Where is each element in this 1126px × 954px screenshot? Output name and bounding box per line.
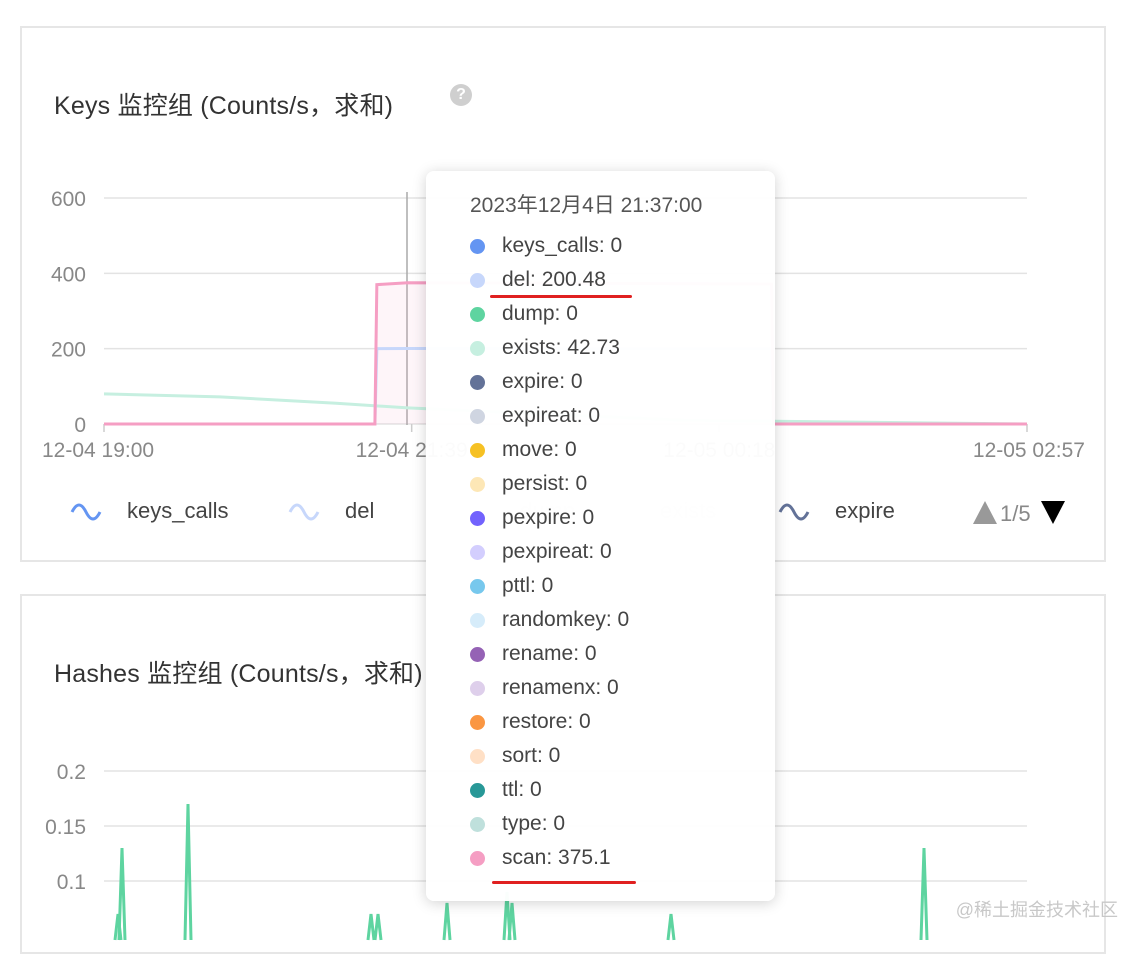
tooltip-item-label: pexpireat: 0 [502, 540, 612, 563]
tooltip-items: keys_calls: 0 del: 200.48 dump: 0 exists: 4… [470, 229, 775, 875]
tooltip-item: persist: 0 [470, 467, 775, 501]
tooltip-item-label: exists: 42.73 [502, 336, 620, 359]
tooltip-item: exists: 42.73 [470, 331, 775, 365]
tooltip-item: del: 200.48 [470, 263, 775, 297]
tooltip-item: ttl: 0 [470, 773, 775, 807]
y-tick-label: 0.2 [57, 761, 86, 784]
tooltip-item-label: renamenx: 0 [502, 676, 619, 699]
tooltip-item: dump: 0 [470, 297, 775, 331]
series-dot-icon [470, 714, 485, 730]
series-dot-icon [470, 612, 485, 628]
tooltip-item-label: rename: 0 [502, 642, 597, 665]
tooltip-item: type: 0 [470, 807, 775, 841]
tooltip-item: expireat: 0 [470, 399, 775, 433]
tooltip-item-label: dump: 0 [502, 302, 578, 325]
tooltip-item: restore: 0 [470, 705, 775, 739]
series-dot-icon [470, 272, 485, 288]
tooltip-item-label: restore: 0 [502, 710, 591, 733]
tooltip-item: scan: 375.1 [470, 841, 775, 875]
tooltip-item-label: pttl: 0 [502, 574, 554, 597]
tooltip-item-label: move: 0 [502, 438, 577, 461]
series-dot-icon [470, 408, 485, 424]
tooltip-item-label: pexpire: 0 [502, 506, 595, 529]
tooltip-item-label: randomkey: 0 [502, 608, 630, 631]
series-dot-icon [470, 544, 485, 560]
tooltip-item-label: type: 0 [502, 812, 566, 835]
series-spike [117, 847, 127, 941]
watermark: @稀土掘金技术社区 [955, 900, 1118, 920]
tooltip-item: pexpireat: 0 [470, 535, 775, 569]
series-dot-icon [470, 680, 485, 696]
tooltip-item: pttl: 0 [470, 569, 775, 603]
series-spike [919, 847, 929, 941]
tooltip-item: pexpire: 0 [470, 501, 775, 535]
tooltip-item: renamenx: 0 [470, 671, 775, 705]
series-spike [183, 803, 193, 941]
tooltip-item-label: persist: 0 [502, 472, 588, 495]
tooltip-item-label: expireat: 0 [502, 404, 601, 427]
series-dot-icon [470, 306, 485, 322]
series-dot-icon [470, 340, 485, 356]
chart-tooltip: 2023年12月4日 21:37:00 keys_calls: 0 del: 20… [426, 171, 775, 901]
tooltip-item: rename: 0 [470, 637, 775, 671]
tooltip-item-label: ttl: 0 [502, 778, 542, 801]
tooltip-item: keys_calls: 0 [470, 229, 775, 263]
series-dot-icon [470, 578, 485, 594]
tooltip-item-label: scan: 375.1 [502, 846, 611, 869]
tooltip-item-label: del: 200.48 [502, 268, 606, 291]
series-dot-icon [470, 510, 485, 526]
tooltip-item: move: 0 [470, 433, 775, 467]
tooltip-item-label: expire: 0 [502, 370, 583, 393]
tooltip-item-label: sort: 0 [502, 744, 561, 767]
highlight-underline-del [490, 295, 632, 298]
series-dot-icon [470, 646, 485, 662]
tooltip-item: expire: 0 [470, 365, 775, 399]
series-dot-icon [470, 374, 485, 390]
y-tick-label: 0.15 [45, 816, 86, 839]
tooltip-item: randomkey: 0 [470, 603, 775, 637]
tooltip-item-label: keys_calls: 0 [502, 234, 623, 257]
tooltip-item: sort: 0 [470, 739, 775, 773]
series-dot-icon [470, 748, 485, 764]
series-dot-icon [470, 782, 485, 798]
highlight-underline-scan [492, 881, 636, 884]
series-dot-icon [470, 476, 485, 492]
series-dot-icon [470, 238, 485, 254]
tooltip-title: 2023年12月4日 21:37:00 [470, 194, 703, 217]
series-dot-icon [470, 816, 485, 832]
series-dot-icon [470, 850, 485, 866]
y-tick-label: 0.1 [57, 871, 86, 894]
series-dot-icon [470, 442, 485, 458]
